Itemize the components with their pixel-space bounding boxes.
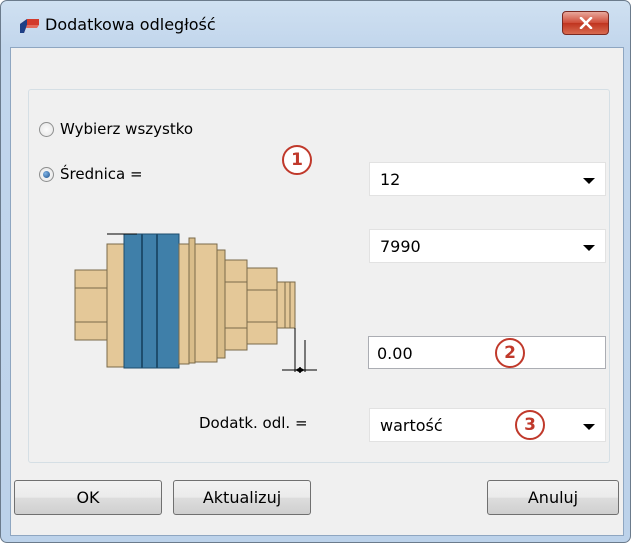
extra-distance-mode-dropdown[interactable]: wartość [369, 408, 606, 442]
window-title: Dodatkowa odległość [45, 15, 216, 34]
extra-distance-input[interactable]: 0.00 [368, 336, 606, 369]
callout-2: 2 [495, 338, 525, 368]
material-dropdown-value: 7990 [380, 237, 421, 256]
extra-distance-input-value: 0.00 [377, 344, 413, 363]
chevron-down-icon [583, 424, 595, 430]
extra-distance-label: Dodatk. odl. = [199, 414, 308, 432]
close-button[interactable] [562, 11, 609, 35]
callout-1: 1 [282, 145, 312, 175]
update-button[interactable]: Aktualizuj [173, 480, 311, 515]
dialog-window: Dodatkowa odległość Wybierz wszystko Śre… [0, 0, 631, 543]
radio-select-all[interactable]: Wybierz wszystko [39, 120, 193, 138]
ok-button[interactable]: OK [14, 480, 162, 515]
cancel-button[interactable]: Anuluj [487, 480, 619, 515]
dialog-client-area: Wybierz wszystko Średnica = 1 12 7990 0.… [10, 47, 624, 536]
chevron-down-icon [583, 178, 595, 184]
radio-diameter[interactable]: Średnica = [39, 165, 143, 183]
radio-select-all-circle[interactable] [39, 121, 54, 137]
close-icon [579, 17, 592, 29]
diameter-dropdown[interactable]: 12 [369, 162, 606, 196]
radio-select-all-label: Wybierz wszystko [60, 120, 194, 138]
extra-distance-mode-value: wartość [380, 416, 443, 435]
diameter-dropdown-value: 12 [380, 170, 401, 189]
radio-diameter-circle[interactable] [39, 166, 54, 182]
options-group: Wybierz wszystko Średnica = 1 12 7990 0.… [28, 89, 610, 463]
chevron-down-icon [583, 245, 595, 251]
title-bar[interactable]: Dodatkowa odległość [1, 1, 630, 47]
callout-3: 3 [515, 410, 545, 440]
bolt-assembly-diagram [74, 233, 317, 373]
app-icon [20, 19, 39, 33]
radio-diameter-label: Średnica = [60, 165, 143, 183]
material-dropdown[interactable]: 7990 [369, 229, 606, 263]
